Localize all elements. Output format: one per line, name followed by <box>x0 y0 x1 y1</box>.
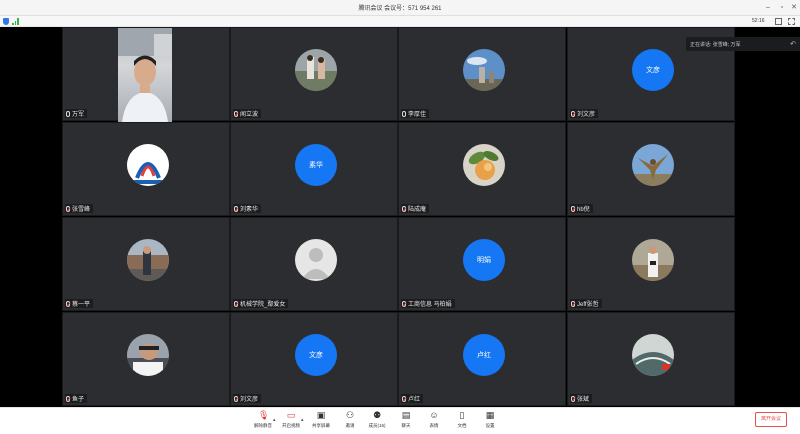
name-tag: 陆成庵 <box>401 204 430 213</box>
status-bar: 52:16 <box>0 16 800 27</box>
members-button[interactable]: ⚉ 成员(16) <box>364 411 390 433</box>
avatar-initials: 文彦 <box>295 334 337 376</box>
microphone-muted-icon: 🎙 <box>258 410 270 420</box>
microphone-muted-icon <box>66 300 70 307</box>
chat-button[interactable]: ▤ 聊天 <box>393 411 419 433</box>
layout-icon[interactable] <box>775 18 782 25</box>
active-speaker-label: 正在讲话: 张雪峰; 万军 <box>690 42 741 48</box>
title-bar: 腾讯会议 会议号：571 954 261 – ▫ ✕ <box>0 0 800 16</box>
meeting-timer: 52:16 <box>752 18 765 24</box>
name-tag: Jeff张哲 <box>570 299 602 308</box>
name-tag: 张斌 <box>570 394 593 403</box>
participant-tile[interactable]: 蔡一平 <box>62 217 230 311</box>
name-tag: hb倪 <box>570 204 593 213</box>
name-tag: 万军 <box>65 109 88 118</box>
participant-tile[interactable]: 文彦 刘文彦 <box>230 312 398 406</box>
close-button[interactable]: ✕ <box>788 2 800 14</box>
microphone-muted-icon <box>234 395 238 402</box>
microphone-muted-icon <box>234 205 238 212</box>
avatar <box>632 144 674 186</box>
microphone-muted-icon <box>234 300 238 307</box>
participant-tile[interactable]: hb倪 <box>567 122 735 216</box>
settings-button[interactable]: ▦ 设置 <box>477 411 503 433</box>
name-tag: 蔡一平 <box>65 299 94 308</box>
chat-icon: ▤ <box>401 410 411 420</box>
video-grid: 万军 闻立波 李厚佳 文彦 刘文彦 张雪峰 素华 刘素华 陆成庵 hb倪 蔡一平… <box>0 27 800 407</box>
share-screen-button[interactable]: ▣ 共享屏幕 <box>308 411 334 433</box>
participant-tile[interactable]: 闻立波 <box>230 27 398 121</box>
video-options-chevron-icon[interactable]: ▴ <box>301 417 304 423</box>
microphone-icon <box>66 110 70 117</box>
leave-meeting-button[interactable]: 离开会议 <box>755 412 787 427</box>
microphone-muted-icon <box>402 205 406 212</box>
name-tag: 刘素华 <box>233 204 262 213</box>
microphone-muted-icon <box>571 300 575 307</box>
invite-button[interactable]: ⚇ 邀请 <box>337 411 363 433</box>
network-signal-icon[interactable] <box>12 18 20 25</box>
documents-button[interactable]: ▯ 文档 <box>449 411 475 433</box>
avatar-initials: 素华 <box>295 144 337 186</box>
share-screen-icon: ▣ <box>316 410 326 420</box>
microphone-muted-icon <box>402 300 406 307</box>
avatar <box>463 49 505 91</box>
fullscreen-icon[interactable] <box>788 18 795 25</box>
name-tag: 卢红 <box>401 394 424 403</box>
return-arrow-icon[interactable]: ↶ <box>790 40 796 48</box>
maximize-button[interactable]: ▫ <box>776 2 788 14</box>
microphone-muted-icon <box>234 110 238 117</box>
participant-tile[interactable]: 卢红 卢红 <box>398 312 566 406</box>
audio-options-chevron-icon[interactable]: ▴ <box>273 417 276 423</box>
participant-tile[interactable]: 张雪峰 <box>62 122 230 216</box>
participant-tile[interactable]: 万军 <box>62 27 230 122</box>
participant-tile[interactable]: Jeff张哲 <box>567 217 735 311</box>
smiley-icon: ☺ <box>429 410 439 420</box>
participant-tile[interactable]: 明娟 工商信息 马柏娟 <box>398 217 566 311</box>
avatar-initials: 明娟 <box>463 239 505 281</box>
security-shield-icon[interactable] <box>3 18 9 25</box>
name-tag: 刘文彦 <box>233 394 262 403</box>
add-person-icon: ⚇ <box>345 410 355 420</box>
microphone-muted-icon <box>66 205 70 212</box>
microphone-muted-icon <box>571 205 575 212</box>
avatar <box>127 334 169 376</box>
avatar-initials: 卢红 <box>463 334 505 376</box>
participant-tile[interactable]: 素华 刘素华 <box>230 122 398 216</box>
grid-settings-icon: ▦ <box>485 410 495 420</box>
video-off-icon: ▭ <box>286 410 296 420</box>
participant-tile[interactable]: 李厚佳 <box>398 27 566 121</box>
name-tag: 刘文彦 <box>570 109 599 118</box>
name-tag: 机械学院_鄢爱女 <box>233 299 289 308</box>
microphone-muted-icon <box>66 395 70 402</box>
reactions-button[interactable]: ☺ 表情 <box>421 411 447 433</box>
avatar <box>463 144 505 186</box>
participant-tile[interactable]: 张斌 <box>567 312 735 406</box>
meeting-toolbar: 🎙 解除静音 ▴ ▭ 开启视频 ▴ ▣ 共享屏幕 ⚇ 邀请 ⚉ 成员(16) ▤… <box>0 407 800 434</box>
active-speaker-panel[interactable]: 正在讲话: 张雪峰; 万军 ↶ <box>686 37 800 51</box>
participant-tile[interactable]: 鱼子 <box>62 312 230 406</box>
avatar <box>632 334 674 376</box>
microphone-icon <box>402 110 406 117</box>
minimize-button[interactable]: – <box>762 2 774 14</box>
microphone-muted-icon <box>571 395 575 402</box>
window-title: 腾讯会议 会议号：571 954 261 <box>358 6 442 12</box>
name-tag: 张雪峰 <box>65 204 94 213</box>
default-avatar-icon <box>295 239 337 281</box>
avatar <box>127 239 169 281</box>
participant-tile[interactable]: 机械学院_鄢爱女 <box>230 217 398 311</box>
avatar-initials: 文彦 <box>632 49 674 91</box>
name-tag: 李厚佳 <box>401 109 430 118</box>
microphone-muted-icon <box>402 395 406 402</box>
name-tag: 工商信息 马柏娟 <box>401 299 455 308</box>
avatar <box>127 144 169 186</box>
participant-tile[interactable]: 陆成庵 <box>398 122 566 216</box>
name-tag: 鱼子 <box>65 394 88 403</box>
document-icon: ▯ <box>459 410 465 420</box>
avatar <box>295 49 337 91</box>
avatar <box>632 239 674 281</box>
members-icon: ⚉ <box>372 410 382 420</box>
participant-video <box>118 28 172 122</box>
microphone-muted-icon <box>571 110 575 117</box>
name-tag: 闻立波 <box>233 109 262 118</box>
